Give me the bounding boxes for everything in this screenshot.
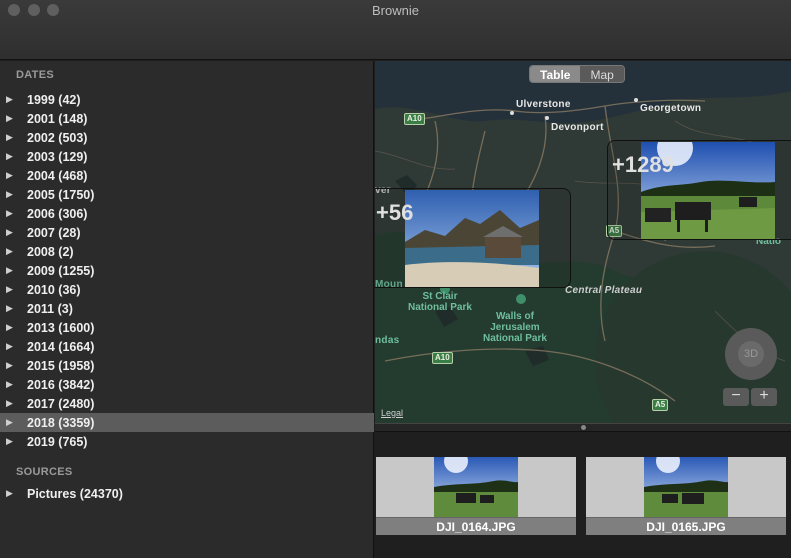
disclosure-triangle-icon[interactable]: ▶ [6,398,14,409]
date-group-label: 2017 (2480) [27,396,95,411]
disclosure-triangle-icon[interactable]: ▶ [6,132,14,143]
park-label-walls-of-jerusalem: Walls of Jerusalem National Park [483,311,547,344]
map-view[interactable]: Table Map Ulverstone Georgetown Devonpor… [375,61,791,423]
disclosure-triangle-icon[interactable]: ▶ [6,227,14,238]
date-group-label: 2014 (1664) [27,339,95,354]
disclosure-triangle-icon[interactable]: ▶ [6,436,14,447]
date-group-row[interactable]: ▶ 2017 (2480) [0,394,374,413]
thumbnail-filename: DJI_0165.JPG [586,517,786,535]
place-label-ndas: ndas [375,335,400,346]
date-group-row[interactable]: ▶ 2015 (1958) [0,356,374,375]
date-group-row[interactable]: ▶ 2016 (3842) [0,375,374,394]
split-view-divider[interactable] [375,423,791,432]
thumbnail-filename: DJI_0164.JPG [376,517,576,535]
source-row[interactable]: ▶ Pictures (24370) [0,484,374,503]
date-group-label: 2004 (468) [27,168,88,183]
date-group-label: 2019 (765) [27,434,88,449]
place-label-ulverstone: Ulverstone [516,99,571,110]
date-group-label: 2009 (1255) [27,263,95,278]
place-label-central-plateau: Central Plateau [565,285,643,296]
disclosure-triangle-icon[interactable]: ▶ [6,113,14,124]
date-group-label: 2001 (148) [27,111,88,126]
sources-section-header: SOURCES [16,466,73,478]
disclosure-triangle-icon[interactable]: ▶ [6,417,14,428]
disclosure-triangle-icon[interactable]: ▶ [6,246,14,257]
disclosure-triangle-icon[interactable]: ▶ [6,284,14,295]
disclosure-triangle-icon[interactable]: ▶ [6,488,14,499]
road-badge-a5-south: A5 [652,399,669,411]
dates-section-header: DATES [16,69,54,81]
table-toggle-button[interactable]: Table [530,66,581,82]
date-group-label: 2008 (2) [27,244,74,259]
road-badge-a10: A10 [404,113,425,125]
thumbnail-strip: DJI_0164.JPG DJI_0165.JPG [375,432,791,558]
date-group-row[interactable]: ▶ 2005 (1750) [0,185,374,204]
disclosure-triangle-icon[interactable]: ▶ [6,322,14,333]
photo-cluster-cradle[interactable]: +56 [375,188,571,288]
disclosure-triangle-icon[interactable]: ▶ [6,341,14,352]
place-label-devonport: Devonport [551,122,604,133]
park-label-st-clair: St Clair National Park [408,291,472,313]
date-group-row[interactable]: ▶ 2006 (306) [0,204,374,223]
date-group-label: 2002 (503) [27,130,88,145]
divider-handle-icon[interactable] [581,425,586,430]
thumbnail-item[interactable]: DJI_0164.JPG [376,457,576,535]
date-group-row[interactable]: ▶ 2014 (1664) [0,337,374,356]
compass-control[interactable]: 3D [725,328,777,380]
cluster-count: +56 [376,200,414,225]
disclosure-triangle-icon[interactable]: ▶ [6,265,14,276]
date-group-label: 2018 (3359) [27,415,95,430]
date-group-row[interactable]: ▶ 2001 (148) [0,109,374,128]
thumbnail-image [434,457,518,517]
disclosure-triangle-icon[interactable]: ▶ [6,208,14,219]
3d-toggle-button[interactable]: 3D [738,341,764,367]
date-group-label: 2011 (3) [27,301,73,316]
disclosure-triangle-icon[interactable]: ▶ [6,170,14,181]
source-label: Pictures (24370) [27,486,123,501]
date-group-row[interactable]: ▶ 2002 (503) [0,128,374,147]
date-group-label: 2010 (36) [27,282,81,297]
zoom-in-button[interactable]: + [751,388,777,406]
date-group-label: 2015 (1958) [27,358,95,373]
date-group-label: 2013 (1600) [27,320,95,335]
date-group-row[interactable]: ▶ 2011 (3) [0,299,374,318]
map-toggle-button[interactable]: Map [580,66,624,82]
disclosure-triangle-icon[interactable]: ▶ [6,189,14,200]
date-group-row[interactable]: ▶ 2004 (468) [0,166,374,185]
legal-link[interactable]: Legal [381,408,403,418]
disclosure-triangle-icon[interactable]: ▶ [6,94,14,105]
place-label-georgetown: Georgetown [640,103,702,114]
date-group-label: 2016 (3842) [27,377,95,392]
thumbnail-item[interactable]: DJI_0165.JPG [586,457,786,535]
date-group-label: 2005 (1750) [27,187,95,202]
date-group-row[interactable]: ▶ 2010 (36) [0,280,374,299]
date-group-row[interactable]: ▶ 2019 (765) [0,432,374,451]
title-bar: Brownie [0,0,791,60]
date-group-row[interactable]: ▶ 2009 (1255) [0,261,374,280]
view-toggle: Table Map [529,65,625,83]
disclosure-triangle-icon[interactable]: ▶ [6,303,14,314]
date-group-label: 2007 (28) [27,225,81,240]
date-group-row[interactable]: ▶ 2003 (129) [0,147,374,166]
date-group-row[interactable]: ▶ 2008 (2) [0,242,374,261]
date-group-label: 2003 (129) [27,149,88,164]
zoom-out-button[interactable]: − [723,388,749,406]
date-group-row[interactable]: ▶ 2013 (1600) [0,318,374,337]
date-group-label: 2006 (306) [27,206,88,221]
cluster-count: +1289 [612,152,674,177]
sidebar: DATES ▶ 1999 (42) ▶ 2001 (148) ▶ 2002 (503) ▶ 2… [0,61,374,558]
disclosure-triangle-icon[interactable]: ▶ [6,360,14,371]
date-group-label: 1999 (42) [27,92,81,107]
cluster-photo [405,190,539,287]
photo-cluster-cows[interactable]: +1289 [607,140,791,240]
date-group-row[interactable]: ▶ 1999 (42) [0,90,374,109]
road-badge-a10-south: A10 [432,352,453,364]
window-title: Brownie [372,3,419,18]
thumbnail-image [644,457,728,517]
date-group-row[interactable]: ▶ 2007 (28) [0,223,374,242]
disclosure-triangle-icon[interactable]: ▶ [6,151,14,162]
disclosure-triangle-icon[interactable]: ▶ [6,379,14,390]
date-group-row[interactable]: ▶ 2018 (3359) [0,413,374,432]
